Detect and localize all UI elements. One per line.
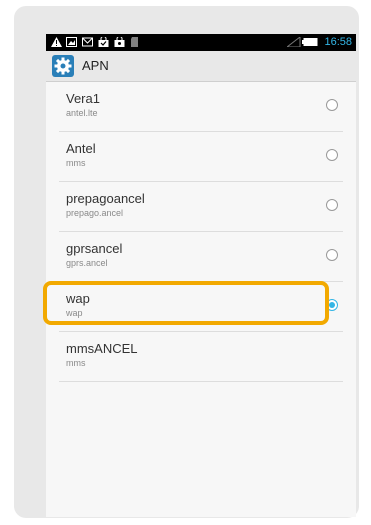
signal-icon — [287, 37, 301, 47]
apn-name: Antel — [66, 141, 96, 156]
sd-card-icon — [130, 37, 141, 47]
apn-name: mmsANCEL — [66, 341, 138, 356]
status-bar: 16:58 — [46, 34, 356, 51]
apn-list-item[interactable]: mmsANCEL mms — [59, 332, 343, 382]
apn-address: mms — [66, 358, 86, 368]
apn-address: wap — [66, 308, 83, 318]
mail-icon — [82, 37, 93, 47]
page-title: APN — [82, 58, 109, 73]
apn-radio-button[interactable] — [326, 149, 338, 161]
phone-screen: 16:58 APN Vera1 antel.lte Antel mms prep… — [46, 34, 356, 517]
image-icon — [66, 37, 77, 47]
apn-name: gprsancel — [66, 241, 123, 256]
warning-icon — [51, 37, 62, 47]
apn-list-item[interactable]: prepagoancel prepago.ancel — [59, 182, 343, 232]
apn-list-item-selected[interactable]: wap wap — [59, 282, 343, 332]
apn-radio-button-selected[interactable] — [326, 299, 338, 311]
apn-list-item[interactable]: Vera1 antel.lte — [59, 82, 343, 132]
apn-address: prepago.ancel — [66, 208, 124, 218]
settings-gear-icon[interactable] — [52, 55, 74, 77]
apn-radio-button[interactable] — [326, 99, 338, 111]
apn-list-item[interactable]: Antel mms — [59, 132, 343, 182]
device-frame: 16:58 APN Vera1 antel.lte Antel mms prep… — [14, 6, 359, 518]
apn-name: Vera1 — [66, 91, 100, 106]
battery-icon — [302, 37, 318, 47]
apn-radio-button[interactable] — [326, 199, 338, 211]
apn-address: mms — [66, 158, 86, 168]
action-bar: APN — [46, 51, 356, 82]
status-time: 16:58 — [324, 36, 352, 48]
apn-address: antel.lte — [66, 108, 98, 118]
apn-address: gprs.ancel — [66, 258, 108, 268]
apn-radio-button[interactable] — [326, 249, 338, 261]
apn-list-item[interactable]: gprsancel gprs.ancel — [59, 232, 343, 282]
shopping-bag-check-icon — [98, 37, 109, 47]
apn-list: Vera1 antel.lte Antel mms prepagoancel p… — [46, 82, 356, 382]
apn-name: wap — [66, 291, 90, 306]
shopping-bag-icon — [114, 37, 125, 47]
apn-name: prepagoancel — [66, 191, 145, 206]
